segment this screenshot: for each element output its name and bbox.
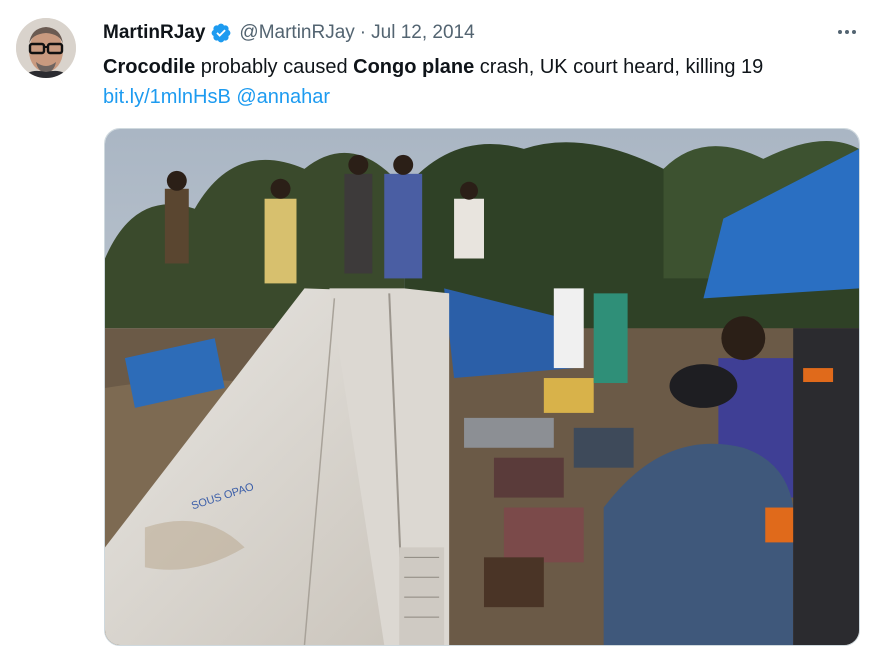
tweet-text-part: probably caused: [195, 56, 354, 78]
separator-dot: ·: [359, 22, 367, 43]
tweet-photo[interactable]: SOUS OPAO: [104, 128, 860, 646]
mention-link[interactable]: @annahar: [236, 86, 330, 108]
tweet-header: MartinRJay @MartinRJay · Jul 12, 2014: [103, 19, 475, 47]
verified-badge-icon: [210, 22, 232, 44]
more-horizontal-icon[interactable]: [833, 22, 861, 42]
tweet-text-part: crash, UK court heard, killing 19: [474, 56, 764, 78]
tweet-text-part: Crocodile: [103, 56, 196, 78]
tweet-text-part: Congo plane: [353, 56, 475, 78]
tweet-text: Crocodile probably caused Congo plane cr…: [103, 53, 863, 81]
author-name[interactable]: MartinRJay: [103, 22, 205, 44]
tweet-date[interactable]: Jul 12, 2014: [371, 22, 475, 44]
url-link[interactable]: bit.ly/1mlnHsB: [103, 86, 231, 108]
author-handle[interactable]: @MartinRJay: [239, 22, 354, 44]
avatar[interactable]: [16, 18, 76, 78]
tweet-links: bit.ly/1mlnHsB @annahar: [103, 83, 330, 111]
tweet-card[interactable]: MartinRJay @MartinRJay · Jul 12, 2014 Cr…: [0, 0, 879, 658]
